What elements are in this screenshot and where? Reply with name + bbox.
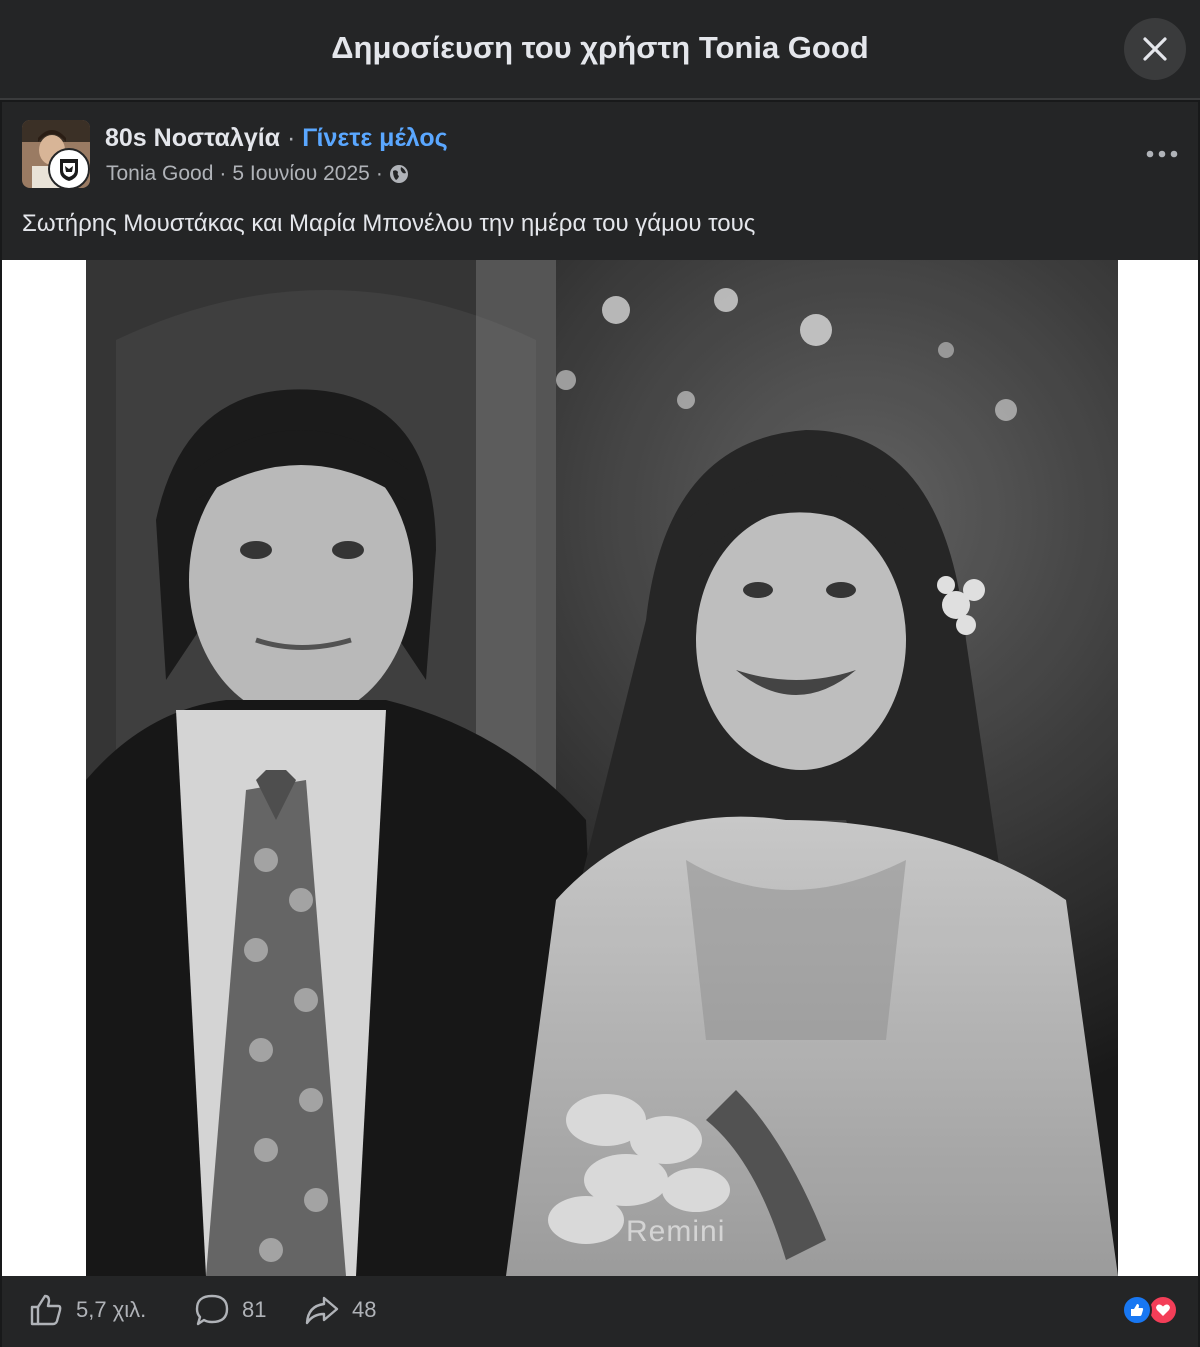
post-caption: Σωτήρης Μουστάκας και Μαρία Μπονέλου την… <box>22 210 756 237</box>
author-name[interactable]: Tonia Good <box>106 162 213 186</box>
separator-dot: · <box>287 124 296 152</box>
separator-dot: · <box>375 162 383 185</box>
comment-count: 81 <box>242 1297 267 1322</box>
close-icon <box>1143 37 1167 61</box>
wedding-photo-image <box>86 260 1118 1276</box>
group-name-link[interactable]: 80s Νοσταλγία <box>105 124 280 152</box>
dialog-title: Δημοσίευση του χρήστη Tonia Good <box>331 30 869 65</box>
post-header-line: 80s Νοσταλγία · Γίνετε μέλος <box>105 124 448 153</box>
reaction-summary[interactable] <box>1122 1295 1178 1325</box>
post-actions-bar: 5,7 χιλ. 81 48 <box>2 1276 1198 1347</box>
more-options-button[interactable] <box>1142 138 1182 170</box>
post-date[interactable]: 5 Ιουνίου 2025 <box>232 162 369 186</box>
comment-button[interactable]: 81 <box>194 1292 266 1328</box>
club-badge-icon <box>48 148 90 190</box>
post-dialog-header: Δημοσίευση του χρήστη Tonia Good <box>0 0 1200 100</box>
post-meta-line: Tonia Good · 5 Ιουνίου 2025 · <box>106 162 409 186</box>
like-count: 5,7 χιλ. <box>76 1297 147 1322</box>
close-button[interactable] <box>1124 18 1186 80</box>
photo-frame: Remini <box>2 260 1198 1276</box>
more-dots-icon <box>1146 150 1178 158</box>
comment-bubble-icon <box>195 1294 229 1326</box>
join-group-link[interactable]: Γίνετε μέλος <box>302 124 447 152</box>
photo-watermark: Remini <box>626 1215 726 1248</box>
post-photo[interactable]: Remini <box>86 260 1118 1276</box>
thumbs-up-icon <box>30 1294 62 1326</box>
globe-icon <box>389 165 408 183</box>
separator-dot: · <box>219 162 227 185</box>
like-button[interactable]: 5,7 χιλ. <box>28 1292 146 1328</box>
post-card: 80s Νοσταλγία · Γίνετε μέλος Tonia Good … <box>2 102 1198 1347</box>
like-reaction-icon <box>1122 1295 1152 1325</box>
love-reaction-icon <box>1148 1295 1178 1325</box>
share-arrow-icon <box>305 1296 339 1325</box>
share-button[interactable]: 48 <box>304 1292 376 1328</box>
share-count: 48 <box>352 1297 377 1322</box>
